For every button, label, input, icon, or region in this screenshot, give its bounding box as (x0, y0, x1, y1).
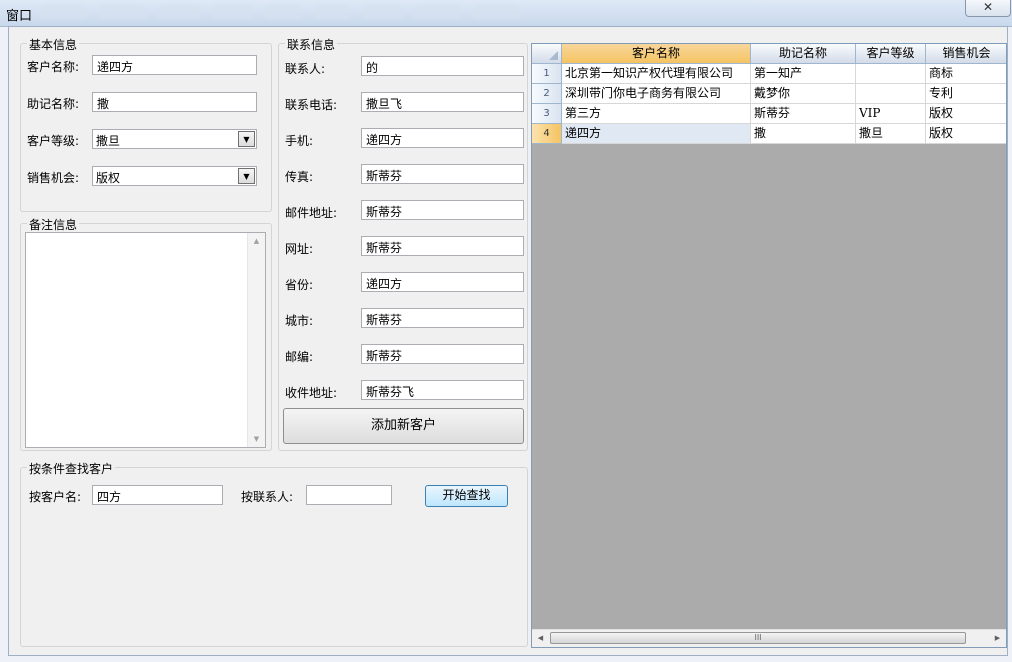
cell-level[interactable]: VIP (856, 104, 926, 124)
column-header-customer-name[interactable]: 客户名称 (562, 44, 751, 64)
cell-customer-name[interactable]: 北京第一知识产权代理有限公司 (562, 64, 751, 84)
search-group: 按条件查找客户 按客户名: 四方 按联系人: 开始查找 (20, 460, 528, 647)
customer-level-value: 撒旦 (96, 134, 121, 148)
fax-field[interactable]: 斯蒂芬 (361, 164, 524, 184)
grid-select-all[interactable] (532, 44, 562, 64)
notes-scrollbar[interactable]: ▲ ▼ (247, 233, 265, 447)
grid-horizontal-scrollbar[interactable]: ◀ III ▶ (532, 629, 1006, 647)
cell-customer-name[interactable]: 递四方 (562, 124, 751, 144)
start-search-button[interactable]: 开始查找 (425, 485, 508, 507)
table-row[interactable]: 1 北京第一知识产权代理有限公司 第一知产 商标 (532, 64, 1006, 84)
window-title: 窗口 (6, 9, 33, 24)
row-number[interactable]: 4 (532, 124, 562, 144)
phone-label: 联系电话: (285, 98, 338, 112)
cell-mnemonic[interactable]: 撒 (751, 124, 856, 144)
mnemonic-label: 助记名称: (27, 97, 80, 111)
shipping-address-field[interactable]: 斯蒂芬飞 (361, 380, 524, 400)
row-number[interactable]: 2 (532, 84, 562, 104)
email-label: 邮件地址: (285, 206, 338, 220)
title-bar: 窗口 ✕ (0, 0, 1012, 27)
notes-group: 备注信息 ▲ ▼ (20, 216, 272, 451)
basic-info-group: 基本信息 客户名称: 递四方 助记名称: 撒 客户等级: 撒旦 ▼ 销售机会: … (20, 36, 272, 212)
contact-person-field[interactable]: 的 (361, 56, 524, 76)
customer-level-select[interactable]: 撒旦 ▼ (92, 129, 257, 149)
cell-sales[interactable]: 版权 (926, 124, 1006, 144)
chevron-down-icon[interactable]: ▼ (238, 168, 255, 184)
row-number[interactable]: 1 (532, 64, 562, 84)
mobile-field[interactable]: 递四方 (361, 128, 524, 148)
customer-name-field[interactable]: 递四方 (92, 55, 257, 75)
table-row[interactable]: 3 第三方 斯蒂芬 VIP 版权 (532, 104, 1006, 124)
scroll-left-icon[interactable]: ◀ (532, 630, 549, 647)
sales-opportunity-label: 销售机会: (27, 171, 80, 185)
add-customer-button[interactable]: 添加新客户 (283, 408, 524, 444)
cell-customer-name[interactable]: 第三方 (562, 104, 751, 124)
cell-level[interactable]: 撒旦 (856, 124, 926, 144)
cell-sales[interactable]: 版权 (926, 104, 1006, 124)
column-header-sales[interactable]: 销售机会 (926, 44, 1006, 64)
search-name-field[interactable]: 四方 (92, 485, 223, 505)
customer-grid[interactable]: 客户名称 助记名称 客户等级 销售机会 1 北京第一知识产权代理有限公司 第一知… (531, 43, 1007, 648)
customer-level-label: 客户等级: (27, 134, 80, 148)
chevron-down-icon[interactable]: ▼ (238, 131, 255, 147)
notes-textarea[interactable]: ▲ ▼ (25, 232, 266, 448)
website-label: 网址: (285, 242, 314, 256)
scroll-down-icon[interactable]: ▼ (248, 431, 265, 447)
cell-customer-name[interactable]: 深圳带门你电子商务有限公司 (562, 84, 751, 104)
cell-level[interactable] (856, 64, 926, 84)
postcode-label: 邮编: (285, 350, 314, 364)
cell-mnemonic[interactable]: 戴梦你 (751, 84, 856, 104)
city-field[interactable]: 斯蒂芬 (361, 308, 524, 328)
contact-info-title: 联系信息 (285, 36, 338, 53)
fax-label: 传真: (285, 170, 314, 184)
cell-sales[interactable]: 专利 (926, 84, 1006, 104)
shipping-address-label: 收件地址: (285, 386, 338, 400)
cell-sales[interactable]: 商标 (926, 64, 1006, 84)
search-contact-field[interactable] (306, 485, 392, 505)
contact-info-group: 联系信息 联系人: 的 联系电话: 撒旦飞 手机: 递四方 传真: 斯蒂芬 邮件… (278, 36, 528, 451)
contact-person-label: 联系人: (285, 62, 326, 76)
search-title: 按条件查找客户 (27, 460, 116, 477)
column-header-mnemonic[interactable]: 助记名称 (751, 44, 856, 64)
mobile-label: 手机: (285, 134, 314, 148)
select-all-icon (549, 51, 558, 60)
main-panel: 基本信息 客户名称: 递四方 助记名称: 撒 客户等级: 撒旦 ▼ 销售机会: … (8, 26, 1008, 656)
cell-mnemonic[interactable]: 第一知产 (751, 64, 856, 84)
search-name-label: 按客户名: (29, 490, 82, 504)
scroll-right-icon[interactable]: ▶ (989, 630, 1006, 647)
province-field[interactable]: 递四方 (361, 272, 524, 292)
grid-header-row: 客户名称 助记名称 客户等级 销售机会 (532, 44, 1006, 64)
close-icon: ✕ (982, 0, 994, 14)
scroll-up-icon[interactable]: ▲ (248, 233, 265, 249)
blurred-toolbar (40, 4, 970, 22)
phone-field[interactable]: 撒旦飞 (361, 92, 524, 112)
notes-title: 备注信息 (27, 216, 80, 233)
cell-level[interactable] (856, 84, 926, 104)
sales-opportunity-value: 版权 (96, 171, 121, 185)
website-field[interactable]: 斯蒂芬 (361, 236, 524, 256)
postcode-field[interactable]: 斯蒂芬 (361, 344, 524, 364)
sales-opportunity-select[interactable]: 版权 ▼ (92, 166, 257, 186)
search-contact-label: 按联系人: (241, 490, 294, 504)
cell-mnemonic[interactable]: 斯蒂芬 (751, 104, 856, 124)
email-field[interactable]: 斯蒂芬 (361, 200, 524, 220)
table-row[interactable]: 2 深圳带门你电子商务有限公司 戴梦你 专利 (532, 84, 1006, 104)
mnemonic-field[interactable]: 撒 (92, 92, 257, 112)
scroll-thumb[interactable]: III (550, 632, 966, 644)
province-label: 省份: (285, 278, 314, 292)
column-header-level[interactable]: 客户等级 (856, 44, 926, 64)
city-label: 城市: (285, 314, 314, 328)
close-button[interactable]: ✕ (965, 0, 1011, 17)
row-number[interactable]: 3 (532, 104, 562, 124)
customer-name-label: 客户名称: (27, 60, 80, 74)
basic-info-title: 基本信息 (27, 36, 80, 53)
table-row-selected[interactable]: 4 递四方 撒 撒旦 版权 (532, 124, 1006, 144)
